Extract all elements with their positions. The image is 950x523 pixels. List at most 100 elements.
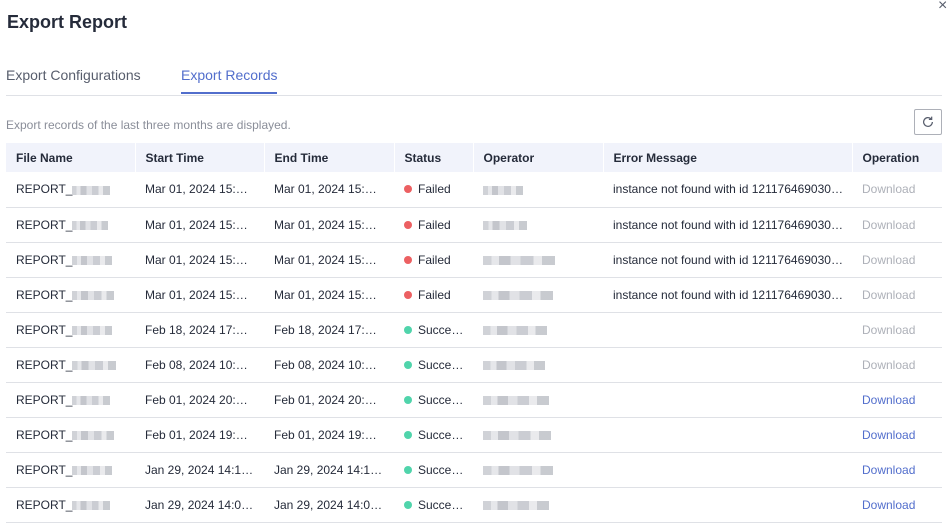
file-name: REPORT_ bbox=[16, 392, 73, 407]
operation-cell: Download bbox=[852, 207, 942, 243]
redacted-text bbox=[483, 430, 551, 440]
redacted-text bbox=[72, 290, 115, 300]
redacted-text bbox=[483, 290, 553, 300]
download-link: Download bbox=[862, 287, 916, 302]
table-row: REPORT_ Jan 29, 2024 14:0… Jan 29, 2024 14… bbox=[6, 487, 942, 523]
error-message-cell bbox=[603, 382, 852, 418]
download-link: Download bbox=[862, 322, 916, 337]
error-message-cell: instance not found with id 121176469030… bbox=[603, 207, 852, 243]
operation-cell: Download bbox=[852, 452, 942, 488]
operator-cell bbox=[473, 417, 603, 453]
operator-cell bbox=[473, 312, 603, 348]
column-header-file-name: File Name bbox=[6, 143, 136, 172]
file-name-cell: REPORT_ bbox=[6, 487, 135, 523]
status-text: Succe… bbox=[418, 462, 464, 477]
start-time-cell: Mar 01, 2024 15:… bbox=[135, 242, 264, 278]
close-icon[interactable]: × bbox=[938, 0, 947, 14]
start-time-cell: Feb 01, 2024 20:… bbox=[135, 382, 264, 418]
column-header-end-time: End Time bbox=[264, 143, 395, 172]
status-dot bbox=[404, 255, 412, 264]
status-text: Succe… bbox=[418, 392, 464, 407]
start-time-cell: Jan 29, 2024 14:0… bbox=[135, 487, 264, 523]
status-cell: Succe… bbox=[394, 312, 473, 348]
file-name: REPORT_ bbox=[16, 357, 73, 372]
download-link: Download bbox=[862, 252, 916, 267]
refresh-button[interactable] bbox=[914, 109, 942, 135]
active-tab-indicator bbox=[181, 92, 277, 94]
download-link[interactable]: Download bbox=[862, 428, 915, 442]
redacted-text bbox=[483, 220, 527, 230]
redacted-text bbox=[483, 325, 547, 335]
download-link: Download bbox=[862, 217, 916, 232]
status-dot bbox=[404, 290, 412, 299]
column-header-status: Status bbox=[394, 143, 474, 172]
redacted-text bbox=[72, 430, 115, 440]
file-name: REPORT_ bbox=[16, 462, 73, 477]
operation-cell: Download bbox=[852, 382, 942, 418]
end-time-cell: Feb 01, 2024 19:… bbox=[264, 417, 394, 453]
status-text: Failed bbox=[418, 287, 451, 302]
tab-export-records[interactable]: Export Records bbox=[181, 67, 277, 83]
download-link[interactable]: Download bbox=[862, 498, 915, 512]
table-row: REPORT_ Feb 18, 2024 17:… Feb 18, 2024 17:… bbox=[6, 312, 942, 348]
export-records-table: File Name Start Time End Time Status Ope… bbox=[6, 143, 942, 523]
operation-cell: Download bbox=[852, 312, 942, 348]
file-name-cell: REPORT_ bbox=[6, 172, 135, 208]
file-name-cell: REPORT_ bbox=[6, 382, 135, 418]
status-text: Failed bbox=[418, 182, 451, 197]
file-name: REPORT_ bbox=[16, 217, 73, 232]
status-dot bbox=[404, 465, 412, 474]
error-message-cell: instance not found with id 121176469030… bbox=[603, 172, 852, 208]
column-header-operation: Operation bbox=[852, 143, 942, 172]
end-time-cell: Feb 08, 2024 10:… bbox=[264, 347, 394, 383]
operation-cell: Download bbox=[852, 487, 942, 523]
redacted-text bbox=[72, 255, 113, 265]
operator-cell bbox=[473, 207, 603, 243]
operation-cell: Download bbox=[852, 417, 942, 453]
start-time-cell: Mar 01, 2024 15:… bbox=[135, 172, 264, 208]
redacted-text bbox=[72, 395, 111, 405]
error-message-cell: instance not found with id 121176469030… bbox=[603, 242, 852, 278]
column-header-start-time: Start Time bbox=[135, 143, 265, 172]
status-cell: Succe… bbox=[394, 452, 473, 488]
download-link[interactable]: Download bbox=[862, 463, 915, 477]
file-name: REPORT_ bbox=[16, 497, 73, 512]
operation-cell: Download bbox=[852, 172, 942, 208]
start-time-cell: Feb 01, 2024 19:… bbox=[135, 417, 264, 453]
redacted-text bbox=[483, 465, 553, 475]
end-time-cell: Feb 18, 2024 17:… bbox=[264, 312, 394, 348]
error-message-cell bbox=[603, 487, 852, 523]
error-message-cell bbox=[603, 417, 852, 453]
download-link[interactable]: Download bbox=[862, 393, 915, 407]
status-dot bbox=[404, 500, 412, 509]
refresh-icon bbox=[923, 116, 933, 127]
error-message-cell bbox=[603, 312, 852, 348]
table-row: REPORT_ Mar 01, 2024 15:… Mar 01, 2024 15:… bbox=[6, 242, 942, 278]
tab-export-configurations[interactable]: Export Configurations bbox=[6, 67, 141, 83]
table-row: REPORT_ Mar 01, 2024 15:… Mar 01, 2024 15:… bbox=[6, 207, 942, 243]
redacted-text bbox=[72, 325, 113, 335]
status-cell: Succe… bbox=[394, 487, 473, 523]
download-link: Download bbox=[862, 357, 916, 372]
table-row: REPORT_ Feb 01, 2024 20:… Feb 01, 2024 20:… bbox=[6, 382, 942, 418]
file-name: REPORT_ bbox=[16, 252, 73, 267]
status-cell: Succe… bbox=[394, 382, 473, 418]
file-name-cell: REPORT_ bbox=[6, 207, 135, 243]
start-time-cell: Feb 08, 2024 10:… bbox=[135, 347, 264, 383]
status-dot bbox=[404, 430, 412, 439]
operator-cell bbox=[473, 172, 603, 208]
table-row: REPORT_ Jan 29, 2024 14:1… Jan 29, 2024 14… bbox=[6, 452, 942, 488]
start-time-cell: Mar 01, 2024 15:… bbox=[135, 277, 264, 313]
records-notice: Export records of the last three months … bbox=[6, 118, 291, 132]
status-dot bbox=[404, 360, 412, 369]
download-link: Download bbox=[862, 182, 916, 197]
redacted-text bbox=[72, 500, 111, 510]
status-dot bbox=[404, 185, 412, 194]
end-time-cell: Jan 29, 2024 14:0… bbox=[264, 487, 394, 523]
status-text: Succe… bbox=[418, 427, 464, 442]
status-dot bbox=[404, 325, 412, 334]
end-time-cell: Mar 01, 2024 15:… bbox=[264, 207, 394, 243]
error-message-cell: instance not found with id 121176469030… bbox=[603, 277, 852, 313]
redacted-text bbox=[72, 465, 113, 475]
redacted-text bbox=[72, 220, 109, 230]
